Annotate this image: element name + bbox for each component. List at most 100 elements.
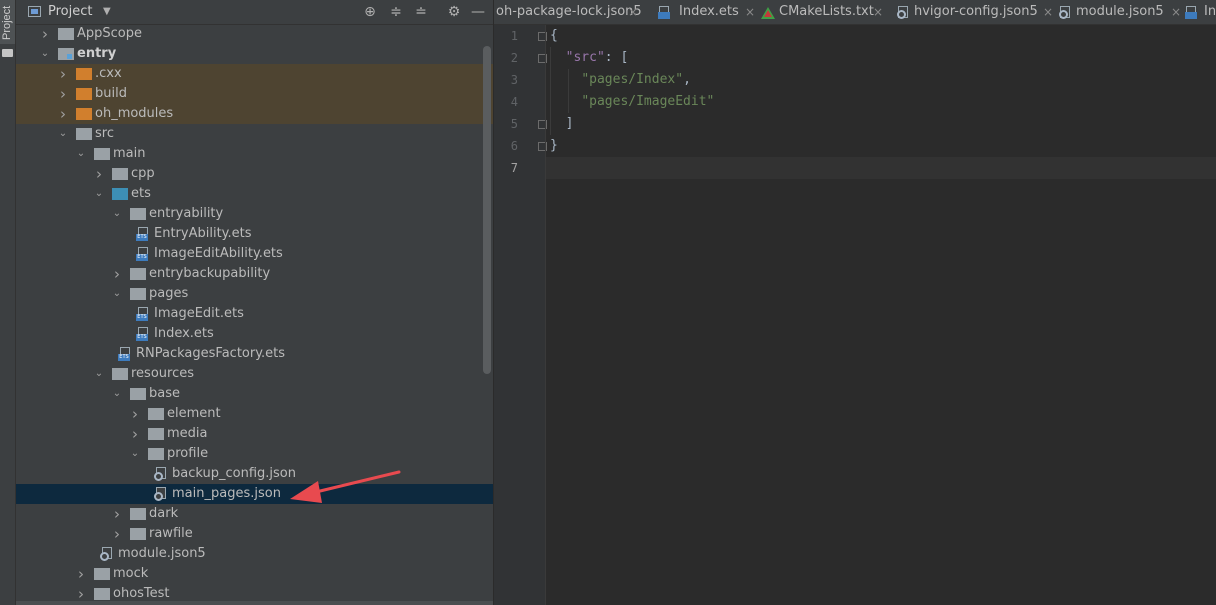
tree-row[interactable]: ⌄ main — [16, 144, 493, 164]
tree-row[interactable]: ETS ImageEdit.ets — [16, 304, 493, 324]
ets-file-icon: ETS — [136, 307, 150, 321]
chevron-down-icon[interactable]: ⌄ — [76, 144, 86, 164]
code-line-2[interactable]: "src": [ — [550, 47, 629, 69]
chevron-down-icon[interactable]: ⌄ — [112, 384, 122, 404]
structure-folder-icon[interactable] — [2, 49, 13, 57]
tree-row[interactable]: › media — [16, 424, 493, 444]
view-dropdown-chevron-icon[interactable]: ▼ — [103, 6, 111, 17]
chevron-right-icon[interactable]: › — [58, 84, 68, 104]
ets-badge: ETS — [118, 354, 130, 361]
tree-row[interactable]: ⌄ src — [16, 124, 493, 144]
folder-icon — [76, 88, 92, 100]
code-line-5[interactable]: ] — [550, 113, 574, 135]
tree-row[interactable]: › rawfile — [16, 524, 493, 544]
project-tool-window-tab[interactable]: Project — [0, 0, 15, 44]
tree-row[interactable]: ⌄ entry — [16, 44, 493, 64]
code-line-6[interactable]: } — [550, 135, 558, 157]
tree-row[interactable]: ⌄ resources — [16, 364, 493, 384]
tree-row[interactable]: ETS Index.ets — [16, 324, 493, 344]
chevron-right-icon[interactable]: › — [130, 424, 140, 444]
chevron-right-icon[interactable]: › — [112, 264, 122, 284]
code-line-4[interactable]: "pages/ImageEdit" — [550, 91, 714, 113]
expand-all-icon[interactable]: ≑ — [386, 2, 406, 22]
code-token: } — [550, 138, 558, 153]
chevron-right-icon[interactable]: › — [58, 104, 68, 124]
json-file-icon — [1059, 6, 1073, 19]
chevron-right-icon[interactable]: › — [94, 164, 104, 184]
line-number[interactable]: 2 — [494, 47, 518, 69]
project-tree-scrollbar[interactable] — [483, 46, 491, 374]
close-tab-icon[interactable]: × — [1043, 0, 1053, 24]
line-number[interactable]: 6 — [494, 135, 518, 157]
chevron-right-icon[interactable]: › — [58, 64, 68, 84]
project-tree-horizontal-scrollbar[interactable] — [16, 601, 493, 605]
settings-file-badge — [897, 10, 906, 19]
chevron-right-icon[interactable]: › — [112, 524, 122, 544]
line-number[interactable]: 1 — [494, 25, 518, 47]
tree-row[interactable]: backup_config.json — [16, 464, 493, 484]
line-number[interactable]: 3 — [494, 69, 518, 91]
project-panel-header: Project ▼ ⊕ ≑ ≐ ⚙ — — [16, 0, 493, 25]
chevron-right-icon[interactable]: › — [112, 504, 122, 524]
tree-row[interactable]: ETS RNPackagesFactory.ets — [16, 344, 493, 364]
chevron-down-icon[interactable]: ⌄ — [58, 124, 68, 144]
tree-row[interactable]: main_pages.json — [16, 484, 493, 504]
tree-row[interactable]: ⌄ pages — [16, 284, 493, 304]
chevron-down-icon[interactable]: ⌄ — [94, 184, 104, 204]
tree-row[interactable]: › oh_modules — [16, 104, 493, 124]
chevron-right-icon[interactable]: › — [40, 24, 50, 44]
tree-row-label: oh_modules — [95, 106, 174, 121]
folder-icon — [148, 408, 164, 420]
ets-badge: ETS — [136, 234, 148, 241]
ets-badge — [1185, 12, 1197, 19]
collapse-all-icon[interactable]: ≐ — [411, 2, 431, 22]
close-tab-icon[interactable]: × — [873, 0, 883, 24]
tree-row[interactable]: ⌄ ets — [16, 184, 493, 204]
ets-badge: ETS — [136, 334, 148, 341]
tree-row[interactable]: › build — [16, 84, 493, 104]
close-tab-icon[interactable]: × — [745, 0, 755, 24]
tree-row[interactable]: ⌄ profile — [16, 444, 493, 464]
folder-icon — [94, 568, 110, 580]
tree-row[interactable]: › element — [16, 404, 493, 424]
tree-row-label: mock — [113, 566, 149, 581]
project-view-title[interactable]: Project — [48, 4, 92, 19]
locate-icon[interactable]: ⊕ — [360, 2, 380, 22]
tree-row-label: ets — [131, 186, 151, 201]
chevron-down-icon[interactable]: ⌄ — [40, 44, 50, 64]
tree-row-label: .cxx — [95, 66, 122, 81]
chevron-right-icon[interactable]: › — [76, 564, 86, 584]
line-number[interactable]: 7 — [494, 157, 518, 179]
chevron-down-icon[interactable]: ⌄ — [112, 204, 122, 224]
tree-row[interactable]: module.json5 — [16, 544, 493, 564]
folder-icon — [94, 148, 110, 160]
code-line-1[interactable]: { — [550, 25, 558, 47]
settings-file-badge — [154, 472, 163, 481]
tree-row[interactable]: ⌄ base — [16, 384, 493, 404]
hide-panel-icon[interactable]: — — [468, 2, 488, 22]
tree-row-label: Index.ets — [154, 326, 214, 341]
gear-icon[interactable]: ⚙ — [444, 2, 464, 22]
tree-row[interactable]: › .cxx — [16, 64, 493, 84]
folder-icon — [76, 108, 92, 120]
tree-row-label: entrybackupability — [149, 266, 271, 281]
settings-file-badge — [100, 552, 109, 561]
tree-row[interactable]: › AppScope — [16, 24, 493, 44]
tree-row[interactable]: ⌄ entryability — [16, 204, 493, 224]
tree-row[interactable]: › mock — [16, 564, 493, 584]
chevron-down-icon[interactable]: ⌄ — [94, 364, 104, 384]
close-tab-icon[interactable]: × — [628, 0, 638, 24]
tree-row[interactable]: › cpp — [16, 164, 493, 184]
chevron-down-icon[interactable]: ⌄ — [112, 284, 122, 304]
tree-row[interactable]: › dark — [16, 504, 493, 524]
chevron-right-icon[interactable]: › — [130, 404, 140, 424]
tree-row[interactable]: › entrybackupability — [16, 264, 493, 284]
line-number[interactable]: 5 — [494, 113, 518, 135]
chevron-down-icon[interactable]: ⌄ — [130, 444, 140, 464]
line-number[interactable]: 4 — [494, 91, 518, 113]
tree-row[interactable]: ETS ImageEditAbility.ets — [16, 244, 493, 264]
close-tab-icon[interactable]: × — [1171, 0, 1181, 24]
editor-tab-label: oh-package-lock.json5 — [496, 4, 642, 19]
tree-row[interactable]: ETS EntryAbility.ets — [16, 224, 493, 244]
code-line-3[interactable]: "pages/Index", — [550, 69, 691, 91]
